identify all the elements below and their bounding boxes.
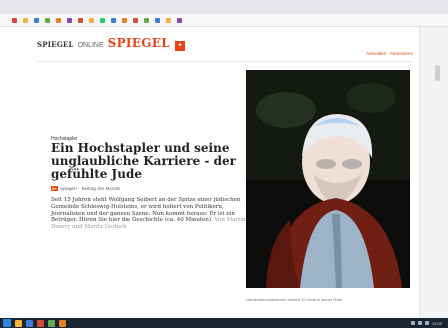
teaser-text: Seit 15 Jahren steht Wolfgang Seibert an…	[51, 197, 241, 224]
browser-tab-strip[interactable]	[0, 0, 448, 15]
bookmark-icon	[177, 17, 182, 23]
bookmark-icon	[155, 17, 160, 23]
bookmark[interactable]	[100, 17, 107, 23]
article-byline: S+ Spiegel+ · Beitrag des Monats	[51, 186, 120, 191]
photo-caption: Gemeindevorsitzender Seibert: Er lebte i…	[246, 297, 343, 302]
bookmark-icon	[144, 17, 149, 23]
bookmark[interactable]	[78, 17, 85, 23]
bookmark-icon	[12, 17, 17, 23]
network-icon[interactable]	[410, 321, 415, 325]
bookmark[interactable]	[23, 17, 30, 23]
bookmark[interactable]	[12, 17, 19, 23]
windows-taskbar: 12:00	[0, 318, 448, 328]
bookmark[interactable]	[177, 17, 184, 23]
scroll-thumb[interactable]	[435, 65, 440, 81]
bookmark[interactable]	[89, 17, 96, 23]
bookmark-icon	[45, 17, 50, 23]
bookmark[interactable]	[45, 17, 52, 23]
site-header: SPIEGEL ONLINE SPIEGEL +	[37, 36, 186, 51]
bookmark-icon	[122, 17, 127, 23]
bookmark[interactable]	[155, 17, 162, 23]
bookmark[interactable]	[56, 17, 63, 23]
browser-icon[interactable]	[26, 319, 33, 327]
bookmark[interactable]	[122, 17, 129, 23]
spiegel-plus-tag: S+	[51, 186, 59, 191]
header-divider	[37, 61, 412, 62]
bookmarks-bar	[0, 14, 448, 27]
bookmark-icon	[67, 17, 72, 23]
bookmark-icon	[166, 17, 171, 23]
bookmark-icon	[56, 17, 61, 23]
spiegel-plus-logo[interactable]: SPIEGEL	[108, 36, 170, 50]
account-link[interactable]: Anmelden · Abonnieren	[366, 51, 413, 56]
spiegel-online-logo-suffix: ONLINE	[77, 42, 104, 49]
bookmark-icon	[78, 17, 83, 23]
spiegel-online-logo[interactable]: SPIEGEL	[37, 40, 74, 49]
bookmark-icon	[111, 17, 116, 23]
bookmark-icon	[100, 17, 105, 23]
bookmark-icon	[23, 17, 28, 23]
bookmark[interactable]	[34, 17, 41, 23]
app-icon[interactable]	[37, 319, 44, 327]
app-icon[interactable]	[59, 319, 66, 327]
bookmark-icon	[133, 17, 138, 23]
system-tray: 12:00	[410, 321, 448, 326]
byline-text: Spiegel+ · Beitrag des Monats	[60, 186, 121, 191]
bookmark[interactable]	[133, 17, 140, 23]
portrait-image	[246, 70, 410, 288]
bookmark[interactable]	[67, 17, 74, 23]
article-title[interactable]: Ein Hochstapler und seine unglaubliche K…	[51, 142, 237, 181]
bookmark[interactable]	[111, 17, 118, 23]
scrollbar[interactable]	[419, 27, 448, 318]
spiegel-plus-badge: +	[175, 41, 186, 51]
windows-start-icon[interactable]	[3, 319, 11, 327]
clock[interactable]: 12:00	[432, 321, 442, 326]
file-explorer-icon[interactable]	[15, 319, 22, 327]
bookmark-icon	[89, 17, 94, 23]
battery-icon[interactable]	[424, 321, 429, 325]
app-icon[interactable]	[48, 319, 55, 327]
article-photo[interactable]	[246, 70, 410, 288]
volume-icon[interactable]	[417, 321, 422, 325]
bookmark[interactable]	[166, 17, 173, 23]
article-teaser: Seit 15 Jahren steht Wolfgang Seibert an…	[51, 197, 247, 231]
bookmark-icon	[34, 17, 39, 23]
bookmark[interactable]	[144, 17, 151, 23]
